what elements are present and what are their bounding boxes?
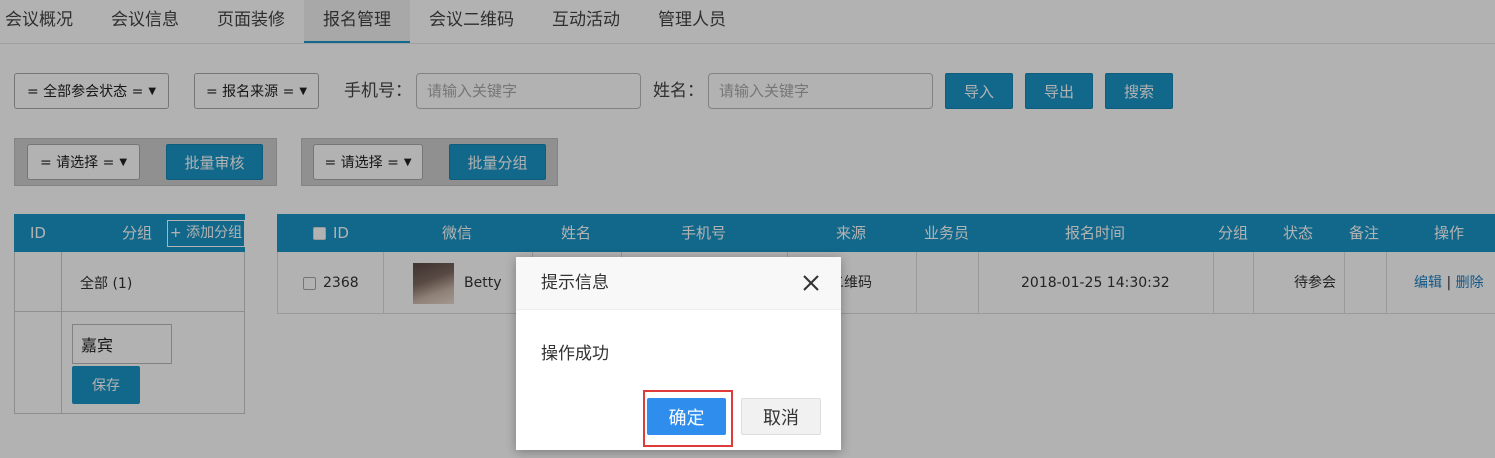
dialog-message: 操作成功 [541,344,609,364]
dialog-header: 提示信息 [516,257,841,310]
alert-dialog: 提示信息 操作成功 确定 取消 [516,257,841,450]
close-icon[interactable] [797,269,825,297]
dialog-cancel-button[interactable]: 取消 [741,398,821,435]
dialog-ok-button[interactable]: 确定 [647,398,726,435]
dialog-title: 提示信息 [541,273,609,293]
